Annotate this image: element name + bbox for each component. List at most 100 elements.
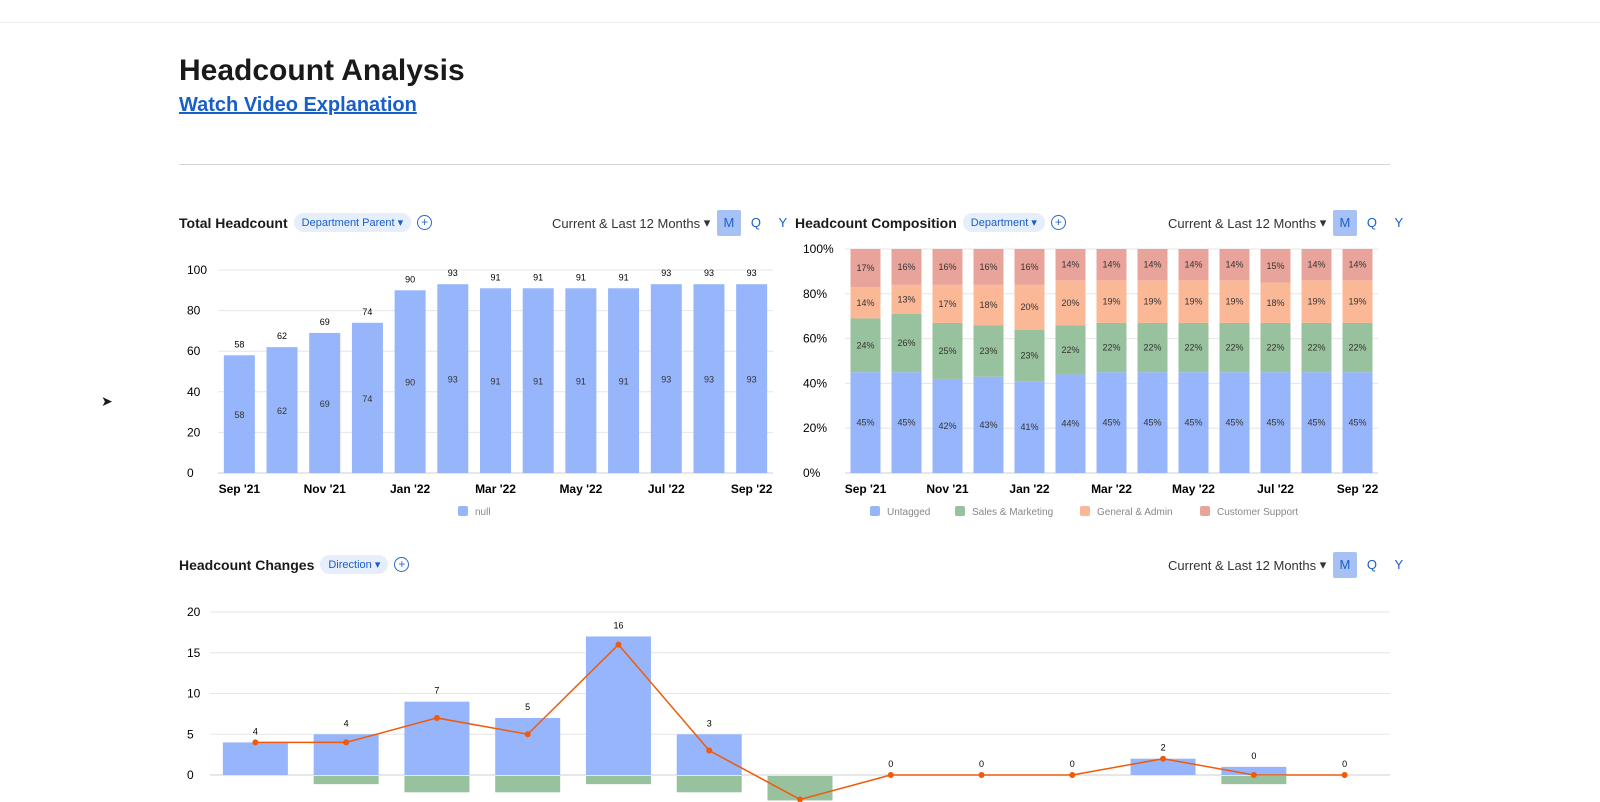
segment-label: 19% xyxy=(1184,297,1202,307)
net-point xyxy=(706,747,713,754)
legend-label: Sales & Marketing xyxy=(972,507,1053,518)
segment-label: 14% xyxy=(1184,260,1202,270)
segment-label: 24% xyxy=(856,340,874,350)
y-tick-label: 0% xyxy=(803,466,821,480)
charts-canvas: 0204060801005858626269697474909093939191… xyxy=(187,242,1390,802)
positive-bar xyxy=(222,742,288,775)
data-label: 93 xyxy=(704,268,714,278)
data-label: 0 xyxy=(1342,759,1347,769)
x-tick-label: May '22 xyxy=(1172,482,1215,496)
segment-label: 19% xyxy=(1225,297,1243,307)
segment-label: 13% xyxy=(897,294,915,304)
segment-label: 22% xyxy=(1061,345,1079,355)
data-label: 16 xyxy=(613,620,623,630)
segment-label: 43% xyxy=(979,420,997,430)
positive-bar xyxy=(585,636,651,775)
segment-label: 15% xyxy=(1266,261,1284,271)
y-tick-label: 0 xyxy=(187,466,194,480)
data-label: 5 xyxy=(525,702,530,712)
y-tick-label: 15 xyxy=(187,646,201,660)
y-tick-label: 0 xyxy=(187,768,194,782)
bar-inner-label: 91 xyxy=(533,377,543,387)
y-tick-label: 100% xyxy=(803,242,834,256)
data-label: 3 xyxy=(707,718,712,728)
segment-label: 16% xyxy=(979,262,997,272)
segment-label: 22% xyxy=(1307,343,1325,353)
segment-label: 44% xyxy=(1061,419,1079,429)
positive-bar xyxy=(495,717,561,775)
net-point xyxy=(433,714,440,721)
segment-label: 25% xyxy=(938,346,956,356)
y-tick-label: 100 xyxy=(187,263,207,277)
negative-bar xyxy=(313,776,379,785)
data-label: 91 xyxy=(490,272,500,282)
negative-bar xyxy=(404,776,470,793)
bar-inner-label: 93 xyxy=(704,375,714,385)
net-point xyxy=(887,772,894,778)
segment-label: 45% xyxy=(1184,418,1202,428)
data-label: 7 xyxy=(434,686,439,696)
x-tick-label: Nov '21 xyxy=(926,482,969,496)
data-label: 0 xyxy=(1251,751,1256,761)
bar-inner-label: 62 xyxy=(277,406,287,416)
segment-label: 22% xyxy=(1143,343,1161,353)
bar-inner-label: 90 xyxy=(405,378,415,388)
segment-label: 22% xyxy=(1225,343,1243,353)
legend-swatch xyxy=(1200,506,1210,516)
x-tick-label: May '22 xyxy=(559,482,602,496)
segment-label: 20% xyxy=(1020,302,1038,312)
y-tick-label: 40% xyxy=(803,376,827,390)
x-tick-label: Sep '22 xyxy=(731,482,773,496)
legend-label: null xyxy=(475,507,491,518)
y-tick-label: 10 xyxy=(187,687,201,701)
legend-swatch xyxy=(458,506,468,516)
y-tick-label: 20 xyxy=(187,605,201,619)
segment-label: 22% xyxy=(1266,343,1284,353)
data-label: 0 xyxy=(979,759,984,769)
data-label: 93 xyxy=(448,268,458,278)
x-tick-label: Sep '22 xyxy=(1337,482,1379,496)
segment-label: 45% xyxy=(856,418,874,428)
segment-label: 14% xyxy=(1348,260,1366,270)
x-tick-label: Jan '22 xyxy=(1009,482,1050,496)
net-point xyxy=(343,739,350,746)
segment-label: 14% xyxy=(856,298,874,308)
segment-label: 19% xyxy=(1102,297,1120,307)
bar-inner-label: 91 xyxy=(490,377,500,387)
y-tick-label: 40 xyxy=(187,385,201,399)
segment-label: 14% xyxy=(1143,260,1161,270)
bar-inner-label: 58 xyxy=(234,410,244,420)
x-tick-label: Nov '21 xyxy=(304,482,347,496)
segment-label: 14% xyxy=(1102,260,1120,270)
negative-bar xyxy=(495,776,561,793)
data-label: 0 xyxy=(1070,759,1075,769)
segment-label: 45% xyxy=(1102,418,1120,428)
legend-swatch xyxy=(870,506,880,516)
data-label: 69 xyxy=(320,317,330,327)
segment-label: 19% xyxy=(1143,297,1161,307)
net-point xyxy=(615,641,622,648)
legend-label: Customer Support xyxy=(1217,507,1298,518)
bar-inner-label: 74 xyxy=(362,394,372,404)
data-label: 58 xyxy=(234,339,244,349)
segment-label: 14% xyxy=(1307,260,1325,270)
data-label: 91 xyxy=(576,272,586,282)
segment-label: 16% xyxy=(897,262,915,272)
segment-label: 16% xyxy=(938,262,956,272)
segment-label: 41% xyxy=(1020,422,1038,432)
segment-label: 23% xyxy=(1020,350,1038,360)
legend-label: General & Admin xyxy=(1097,507,1173,518)
segment-label: 18% xyxy=(979,300,997,310)
segment-label: 22% xyxy=(1348,343,1366,353)
y-tick-label: 80% xyxy=(803,287,827,301)
positive-bar xyxy=(404,701,470,775)
net-point xyxy=(1250,772,1257,778)
segment-label: 45% xyxy=(1307,418,1325,428)
net-point xyxy=(1160,755,1167,762)
data-label: 93 xyxy=(747,268,757,278)
segment-label: 16% xyxy=(1020,262,1038,272)
net-point xyxy=(524,731,531,738)
net-point xyxy=(1069,772,1076,778)
y-tick-label: 5 xyxy=(187,727,194,741)
segment-label: 22% xyxy=(1102,343,1120,353)
